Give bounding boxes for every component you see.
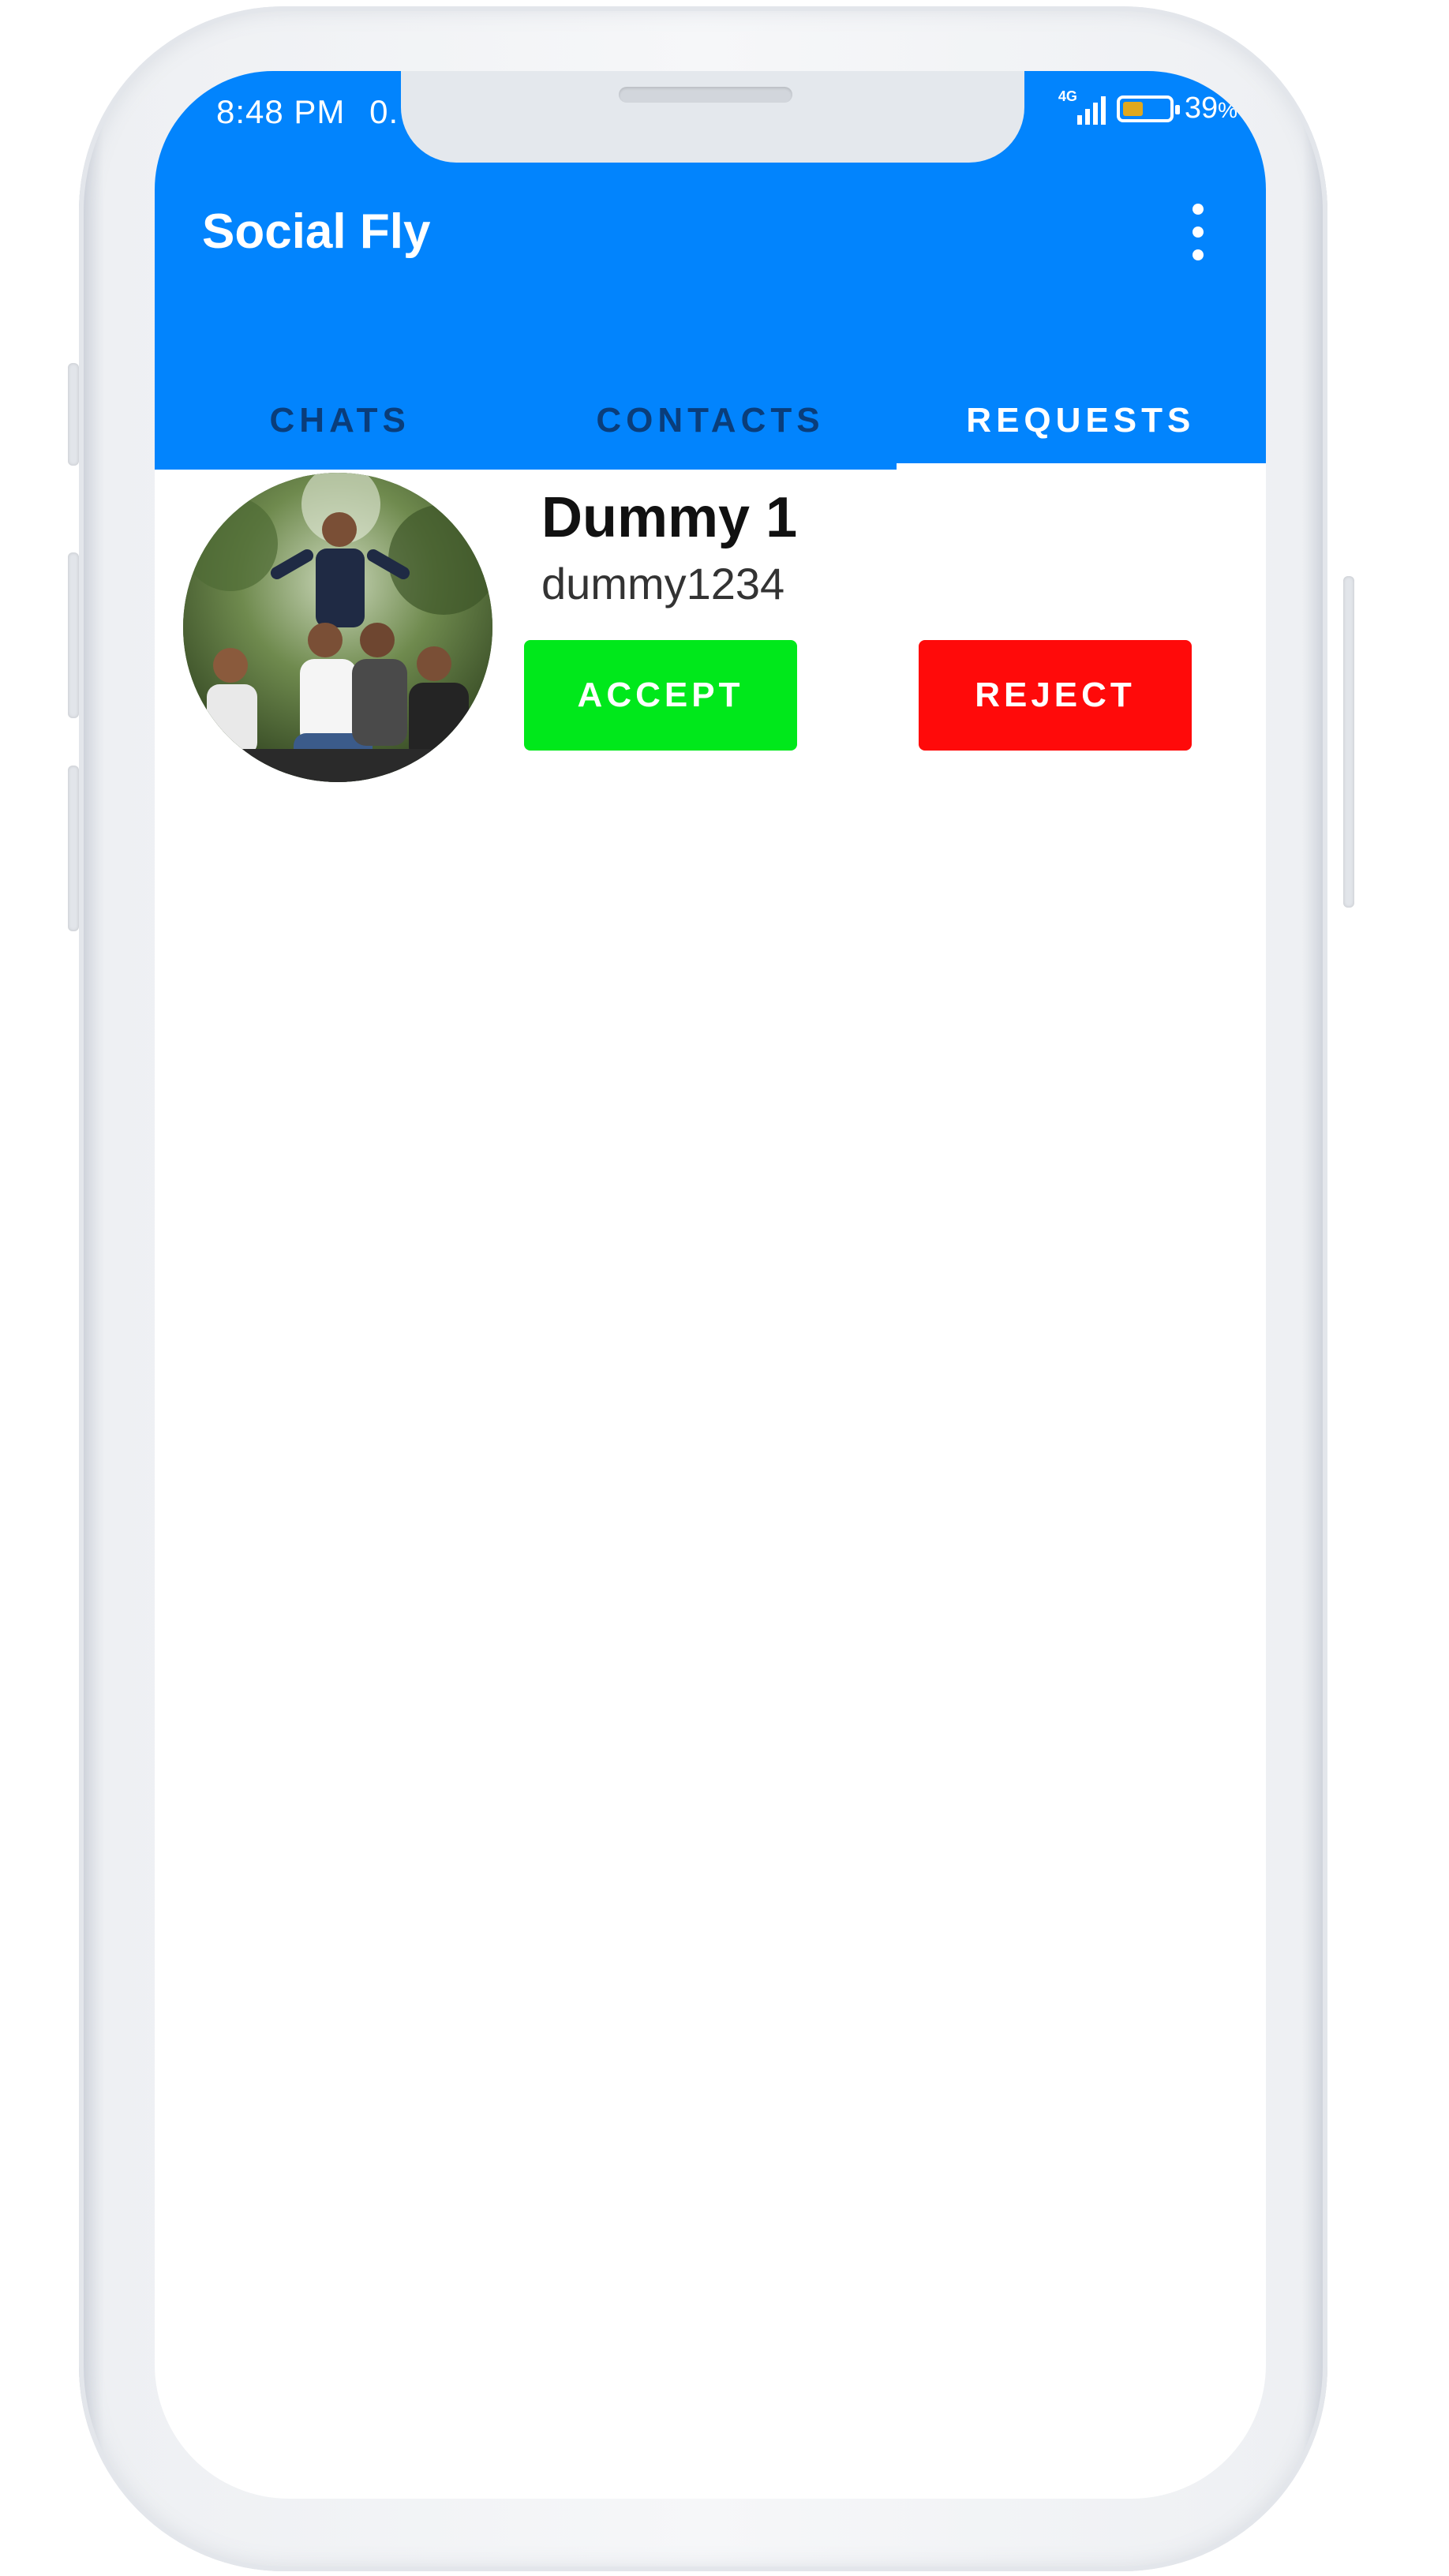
- status-bar-left: 8:48 PM 0.: [216, 93, 399, 131]
- tab-chats[interactable]: CHATS: [155, 371, 525, 470]
- tab-requests[interactable]: REQUESTS: [896, 371, 1266, 470]
- network-type-label: 4G: [1058, 88, 1077, 104]
- status-bar-right: 4G 39%: [1058, 88, 1237, 125]
- power-button: [1343, 576, 1354, 908]
- status-time: 8:48 PM: [216, 93, 346, 130]
- speaker-grille: [619, 87, 792, 103]
- silent-switch: [68, 363, 79, 466]
- battery-icon: [1116, 95, 1180, 122]
- status-network-speed: 0.: [369, 93, 399, 130]
- more-vert-icon[interactable]: [1182, 204, 1214, 260]
- phone-notch: [401, 71, 1024, 163]
- tab-contacts[interactable]: CONTACTS: [525, 371, 895, 470]
- accept-button[interactable]: ACCEPT: [524, 640, 797, 751]
- request-list-item: Dummy 1 dummy1234 ACCEPT REJECT: [155, 470, 1266, 785]
- volume-up-button: [68, 552, 79, 718]
- signal-icon: 4G: [1058, 88, 1106, 125]
- tab-bar: CHATS CONTACTS REQUESTS: [155, 371, 1266, 470]
- volume-down-button: [68, 766, 79, 931]
- request-name: Dummy 1: [541, 486, 798, 549]
- reject-button[interactable]: REJECT: [919, 640, 1192, 751]
- app-title: Social Fly: [202, 204, 431, 259]
- active-tab-indicator: [897, 463, 1266, 470]
- avatar-photo: [183, 473, 492, 782]
- battery-percent: 39%: [1184, 92, 1237, 125]
- battery-level: [1122, 101, 1143, 116]
- request-username: dummy1234: [541, 559, 785, 608]
- phone-screen: 8:48 PM 0. 4G 39% Social Fly CHATS CONTA…: [155, 71, 1266, 2499]
- avatar: [183, 473, 492, 782]
